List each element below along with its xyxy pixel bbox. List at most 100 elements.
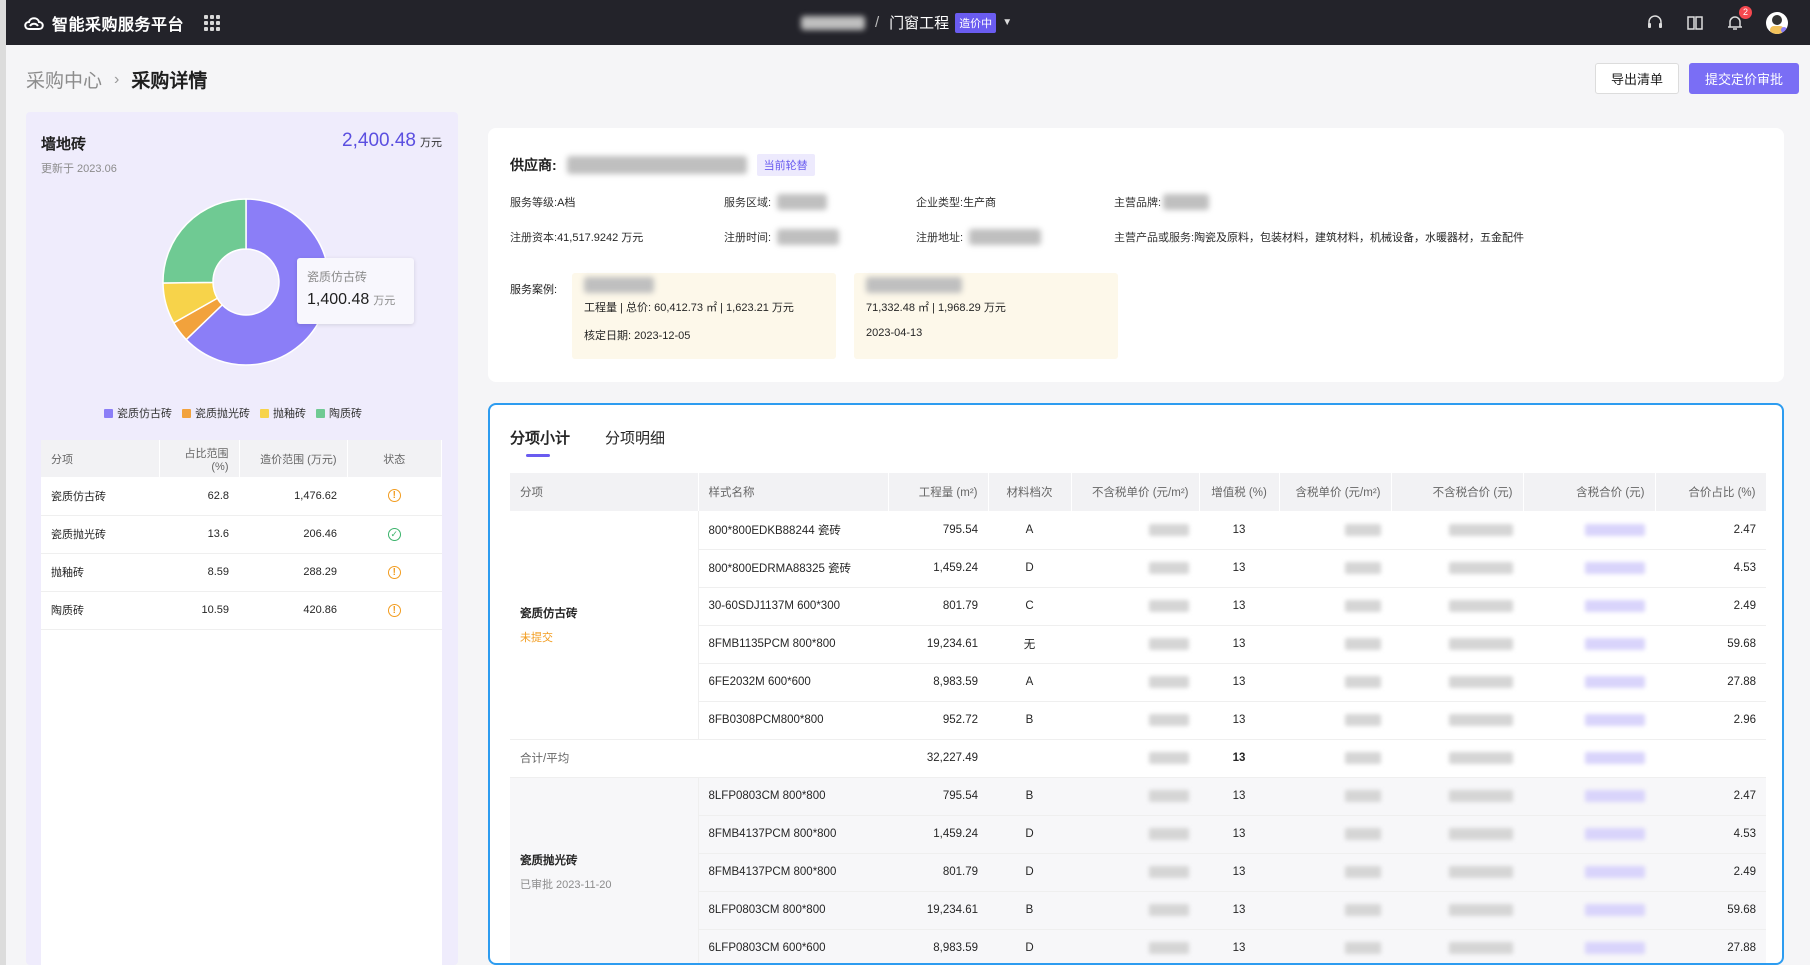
table-row[interactable]: 瓷质抛光砖 13.6 206.46 ✓ [41,515,442,554]
book-icon[interactable] [1686,14,1704,32]
table-row[interactable]: 陶质砖 10.59 420.86 ! [41,591,442,630]
cloud-logo-icon [24,16,44,30]
supplier-header: 供应商: 当前轮替 [510,154,815,176]
col-header: 状态 [347,440,442,477]
col-header: 造价范围 (万元) [239,440,348,477]
table-row[interactable]: 瓷质仿古砖 62.8 1,476.62 ! [41,477,442,516]
col-header: 分项 [41,440,160,477]
table-row[interactable]: 30-60SDJ1137M 600*300 801.79 C 13 2.49 [510,587,1766,626]
summary-total-unit: 万元 [420,137,442,149]
legend-item[interactable]: 瓷质抛光砖 [182,405,250,421]
registration-time: 注册时间: [724,229,840,245]
sum-vat: 13 [1199,739,1279,778]
supplier-label: 供应商: [510,157,557,173]
tab-detail[interactable]: 分项明细 [605,427,665,448]
top-actions: 2 [1646,0,1788,45]
tab-subtotal[interactable]: 分项小计 [510,427,570,457]
legend-item[interactable]: 瓷质仿古砖 [104,405,172,421]
legend-item[interactable]: 陶质砖 [316,405,362,421]
notification-bell[interactable]: 2 [1726,5,1752,32]
summary-table: 分项 占比范围 (%) 造价范围 (万元) 状态 瓷质仿古砖 62.8 1,47… [41,440,442,965]
table-row[interactable]: 瓷质仿古砖 未提交 800*800EDKB88244 瓷砖 795.54 A 1… [510,511,1766,740]
current-rotation-tag: 当前轮替 [756,154,815,176]
warning-icon: ! [387,603,401,617]
table-row[interactable]: 8FB0308PCM800*800 952.72 B 13 2.96 [510,701,1766,740]
service-case-card[interactable]: 71,332.48 ㎡ | 1,968.29 万元 2023-04-13 [854,273,1118,359]
tooltip-value: 1,400.48 [307,291,370,308]
legend-item[interactable]: 抛釉砖 [260,405,306,421]
summary-updated: 更新于 2023.06 [41,163,117,175]
redacted-case-name [866,277,962,293]
summary-panel: 墙地砖 更新于 2023.06 2,400.48 万元 瓷质仿古砖 1,400.… [26,112,458,965]
breadcrumb-separator: / [875,14,880,31]
col-header: 合价占比 (%) [1655,473,1767,511]
detail-panel: 分项小计 分项明细 分项 样式名称 工程量 (m²) 材料档次 不含税单价 (元… [488,403,1784,965]
col-header: 含税合价 (元) [1523,473,1656,511]
tooltip-unit: 万元 [373,295,396,307]
brand[interactable]: 智能采购服务平台 [22,11,184,35]
col-header: 工程量 (m²) [888,473,989,511]
top-bar: 智能采购服务平台 / 门窗工程 造价中 ▼ 2 [6,0,1810,45]
group-name: 瓷质抛光砖 [520,855,578,867]
summary-total-value: 2,400.48 [342,130,416,151]
summary-total: 2,400.48 万元 [342,130,442,152]
main-brand: 主营品牌: [1114,194,1210,210]
detail-tabs: 分项小计 分项明细 [510,427,665,457]
col-header: 材料档次 [988,473,1072,511]
group-cell: 瓷质仿古砖 未提交 [510,511,699,740]
registered-capital: 注册资本: 41,517.9242 万元 [510,232,644,244]
service-cases-label: 服务案例: [510,284,558,296]
table-row[interactable]: 6LFP0803CM 600*600 8,983.59 D 13 27.88 [510,929,1766,963]
chart-legend: 瓷质仿古砖 瓷质抛光砖 抛釉砖 陶质砖 [104,405,362,421]
app-name: 智能采购服务平台 [52,16,185,34]
col-header: 增值税 (%) [1199,473,1280,511]
sum-label: 合计/平均 [510,739,698,778]
table-row[interactable]: 800*800EDRMA88325 瓷砖 1,459.24 D 13 4.53 [510,549,1766,588]
warning-icon: ! [387,489,401,503]
redacted-case-name [584,277,654,293]
table-row[interactable]: 抛釉砖 8.59 288.29 ! [41,553,442,592]
support-icon[interactable] [1646,14,1664,32]
donut-slice-3[interactable] [162,198,247,284]
main-products: 主营产品或服务: 陶瓷及原料，包装材料，建筑材料，机械设备，水暖器材，五金配件 [1114,232,1525,244]
tooltip-label: 瓷质仿古砖 [307,270,368,284]
chevron-down-icon[interactable]: ▼ [1002,17,1012,28]
table-row[interactable]: 6FE2032M 600*600 8,983.59 A 13 27.88 [510,663,1766,702]
col-header: 占比范围 (%) [159,440,240,477]
service-case-card[interactable]: 工程量 | 总价: 60,412.73 ㎡ | 1,623.21 万元 核定日期… [572,273,836,359]
page-title: 采购详情 [131,71,208,92]
notification-badge: 2 [1739,5,1752,19]
redacted-supplier-name [566,156,747,174]
group-status: 已审批 2023-11-20 [520,879,612,891]
sum-quantity: 32,227.49 [888,739,988,778]
export-button[interactable]: 导出清单 [1595,63,1679,94]
project-breadcrumb: / 门窗工程 造价中 ▼ [801,0,1012,45]
apps-grid-icon[interactable] [204,14,221,31]
table-row[interactable]: 8FMB1135PCM 800*800 19,234.61 无 13 59.68 [510,625,1766,664]
group-name: 瓷质仿古砖 [520,607,578,620]
breadcrumb: 采购中心 › 采购详情 [26,66,207,93]
avatar[interactable] [1766,11,1788,34]
table-row[interactable]: 8LFP0803CM 800*800 19,234.61 B 13 59.68 [510,891,1766,930]
project-name[interactable]: 门窗工程 [889,12,949,33]
table-row[interactable]: 瓷质抛光砖 已审批 2023-11-20 8LFP0803CM 800*800 … [510,777,1766,963]
table-row[interactable]: 8FMB4137PCM 800*800 801.79 D 13 2.49 [510,853,1766,892]
chart-tooltip: 瓷质仿古砖 1,400.48 万元 [297,258,414,324]
check-icon: ✓ [387,527,401,541]
col-header: 不含税单价 (元/m²) [1071,473,1200,511]
warning-icon: ! [387,565,401,579]
service-area: 服务区域: [724,194,828,210]
supplier-card: 供应商: 当前轮替 服务等级: A档 服务区域: 企业类型: 生产商 主营品牌: 注… [488,128,1784,382]
breadcrumb-parent[interactable]: 采购中心 [26,66,102,93]
summary-row: 合计/平均 32,227.49 13 [510,739,1766,778]
detail-table: 分项 样式名称 工程量 (m²) 材料档次 不含税单价 (元/m²) 增值税 (… [510,473,1767,963]
user-avatar-icon [1770,14,1787,34]
table-row[interactable]: 8FMB4137PCM 800*800 1,459.24 D 13 4.53 [510,815,1766,854]
col-header: 不含税合价 (元) [1391,473,1524,511]
redacted-text [801,15,865,30]
window-edge [0,0,6,965]
col-header: 分项 [510,473,699,511]
project-status-badge: 造价中 [955,12,997,33]
submit-approval-button[interactable]: 提交定价审批 [1689,63,1799,94]
chevron-right-icon: › [114,70,120,88]
